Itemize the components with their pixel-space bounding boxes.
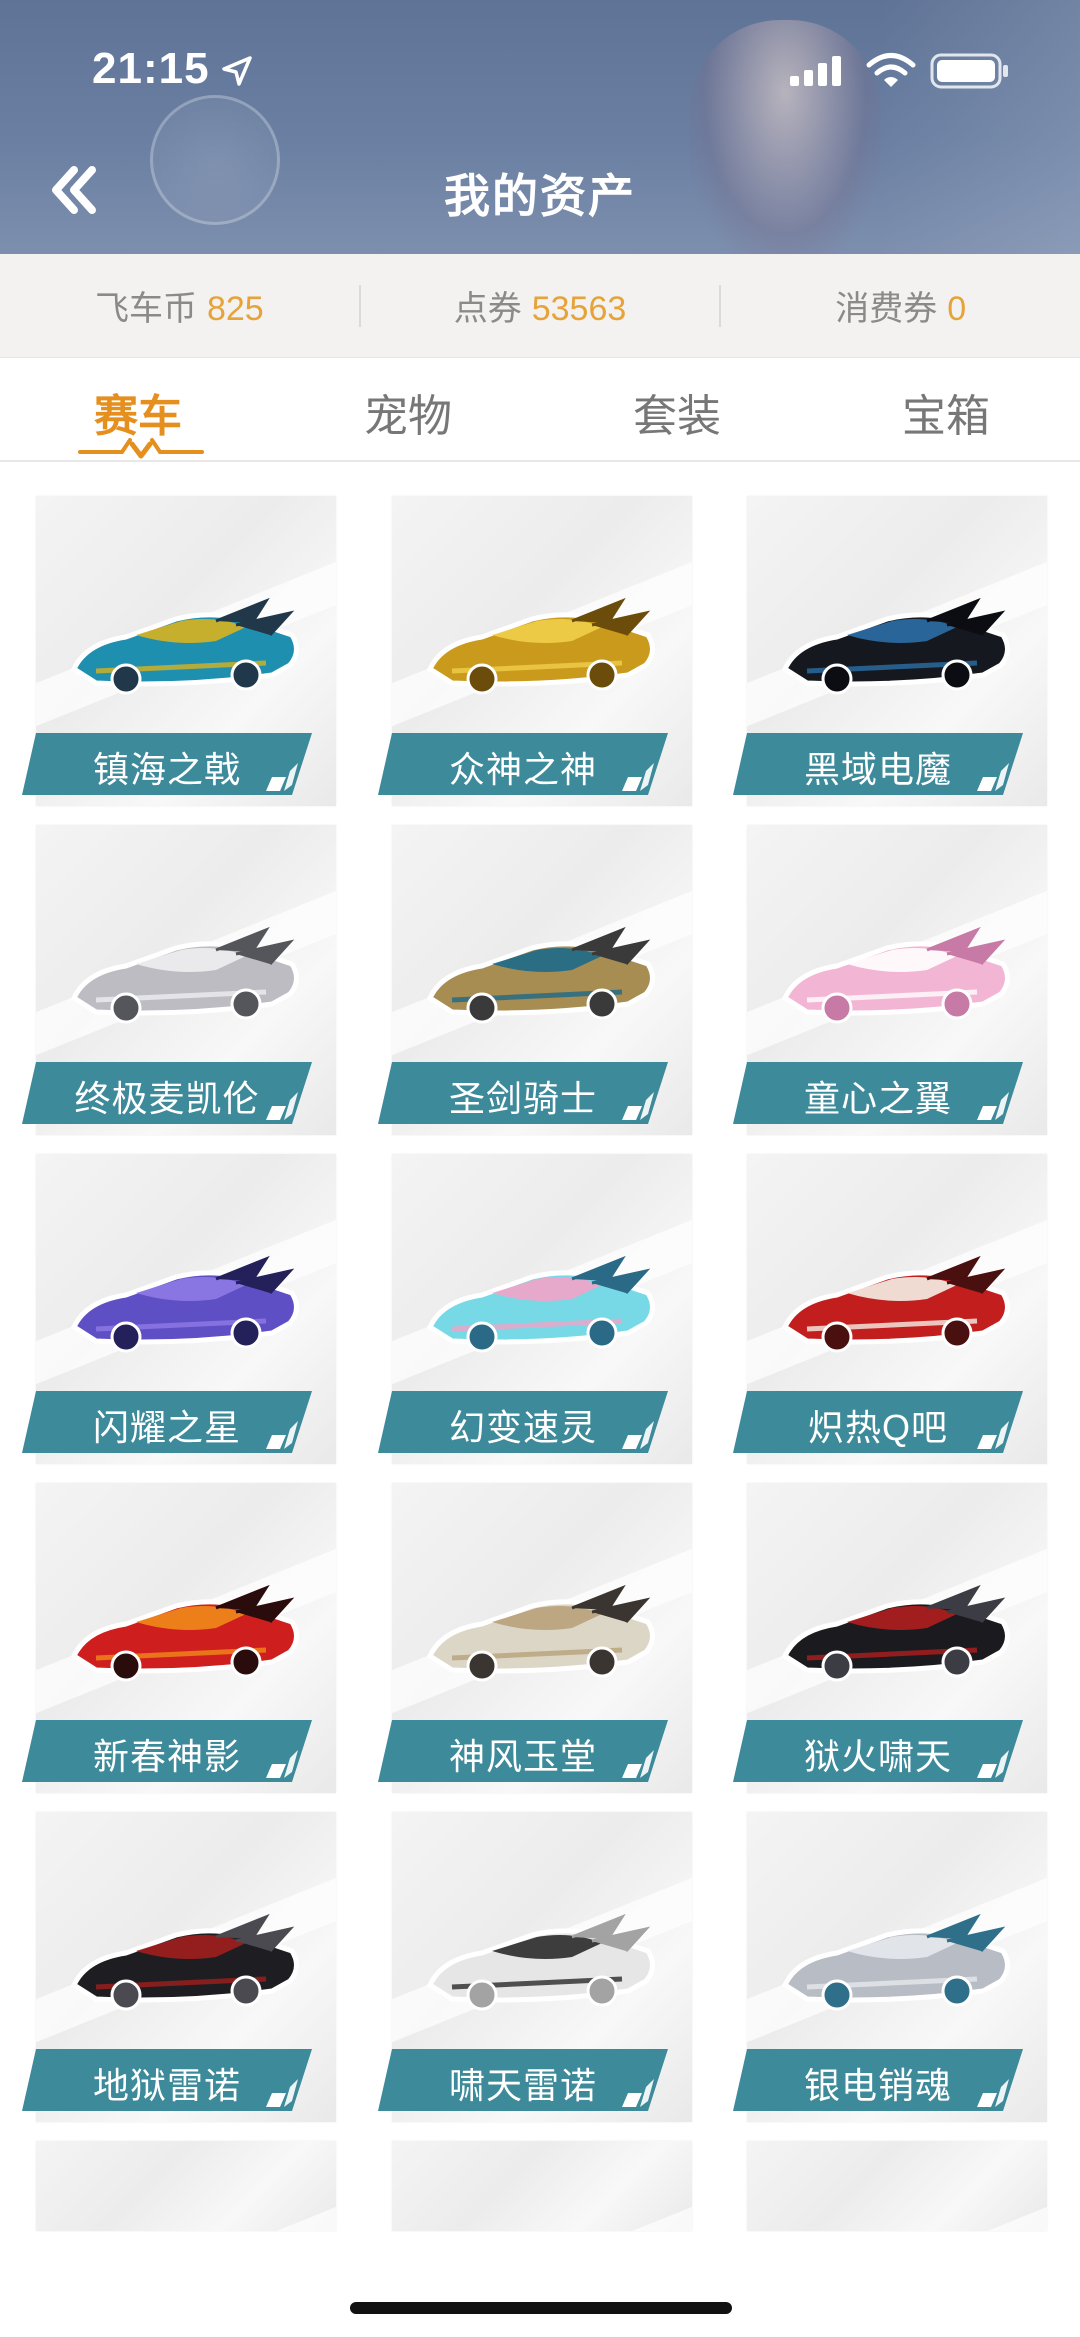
car-card[interactable]: 童心之翼 <box>733 825 1047 1135</box>
car-image <box>70 1913 299 2011</box>
home-indicator <box>350 2302 732 2314</box>
car-card[interactable]: 啸天雷诺 <box>378 1812 692 2122</box>
car-image <box>426 1255 655 1353</box>
car-name: 众神之神 <box>448 749 597 790</box>
car-image <box>781 597 1010 695</box>
car-image <box>781 1255 1010 1353</box>
tab-chests[interactable]: 宝箱 <box>846 380 1046 444</box>
car-card[interactable]: 圣剑骑士 <box>378 825 692 1135</box>
car-card-placeholder[interactable] <box>22 2141 336 2231</box>
car-name: 新春神影 <box>92 1736 241 1777</box>
currency-value: 53563 <box>531 290 627 328</box>
location-arrow-icon <box>222 56 252 86</box>
header-banner: 21:15 我的资产 <box>0 0 1080 254</box>
car-name: 闪耀之星 <box>92 1407 241 1448</box>
car-image <box>426 1584 655 1682</box>
car-name: 狱火啸天 <box>803 1736 952 1777</box>
car-image <box>426 1913 655 2011</box>
page-title: 我的资产 <box>444 170 636 222</box>
wifi-icon <box>866 53 916 87</box>
car-image <box>70 1255 299 1353</box>
car-card[interactable]: 狱火啸天 <box>733 1483 1047 1793</box>
car-card[interactable]: 终极麦凯伦 <box>22 825 336 1135</box>
car-card[interactable]: 镇海之戟 <box>22 496 336 806</box>
car-card[interactable]: 炽热Q吧 <box>733 1154 1047 1464</box>
battery-icon <box>930 53 1008 89</box>
car-card[interactable]: 地狱雷诺 <box>22 1812 336 2122</box>
status-time: 21:15 <box>92 44 210 93</box>
car-name: 神风玉堂 <box>448 1736 597 1777</box>
car-image <box>781 926 1010 1024</box>
currency-value: 825 <box>206 290 264 328</box>
currency-value: 0 <box>947 290 967 328</box>
car-name: 地狱雷诺 <box>92 2065 241 2106</box>
car-image <box>426 926 655 1024</box>
car-image <box>70 926 299 1024</box>
car-image <box>426 597 655 695</box>
car-card[interactable]: 银电销魂 <box>733 1812 1047 2122</box>
currency-label: 消费券 <box>835 290 938 328</box>
car-name: 圣剑骑士 <box>448 1078 597 1119</box>
car-card[interactable]: 黑域电魔 <box>733 496 1047 806</box>
car-card[interactable]: 闪耀之星 <box>22 1154 336 1464</box>
currency-label: 点券 <box>453 290 522 328</box>
currency-dianquan: 点券 53563 <box>361 281 720 330</box>
currency-xiaofeiquan: 消费券 0 <box>721 281 1080 330</box>
currency-bar: 飞车币 825 点券 53563 消费券 0 <box>0 254 1080 358</box>
car-image <box>70 1584 299 1682</box>
car-card-placeholder[interactable] <box>733 2141 1047 2231</box>
car-card[interactable]: 众神之神 <box>378 496 692 806</box>
tab-outfits[interactable]: 套装 <box>577 380 777 444</box>
car-image <box>70 597 299 695</box>
car-card[interactable]: 神风玉堂 <box>378 1483 692 1793</box>
currency-label: 飞车币 <box>94 290 197 328</box>
cellular-signal-icon <box>790 56 841 86</box>
car-name: 银电销魂 <box>803 2065 952 2106</box>
active-tab-indicator <box>78 438 204 459</box>
car-name: 镇海之戟 <box>92 749 241 790</box>
card-stripe <box>36 2141 336 2231</box>
car-image <box>781 1913 1010 2011</box>
card-stripe <box>392 2141 692 2231</box>
car-name: 终极麦凯伦 <box>74 1078 260 1119</box>
car-card-placeholder[interactable] <box>378 2141 692 2231</box>
car-card[interactable]: 新春神影 <box>22 1483 336 1793</box>
currency-feichebi: 飞车币 825 <box>0 281 359 330</box>
car-name: 啸天雷诺 <box>448 2065 597 2106</box>
car-name: 炽热Q吧 <box>807 1407 948 1448</box>
tab-pets[interactable]: 宠物 <box>308 380 508 444</box>
car-name: 童心之翼 <box>803 1078 952 1119</box>
card-stripe <box>747 2141 1047 2231</box>
car-name: 幻变速灵 <box>448 1407 597 1448</box>
car-name: 黑域电魔 <box>803 749 952 790</box>
car-image <box>781 1584 1010 1682</box>
car-card[interactable]: 幻变速灵 <box>378 1154 692 1464</box>
